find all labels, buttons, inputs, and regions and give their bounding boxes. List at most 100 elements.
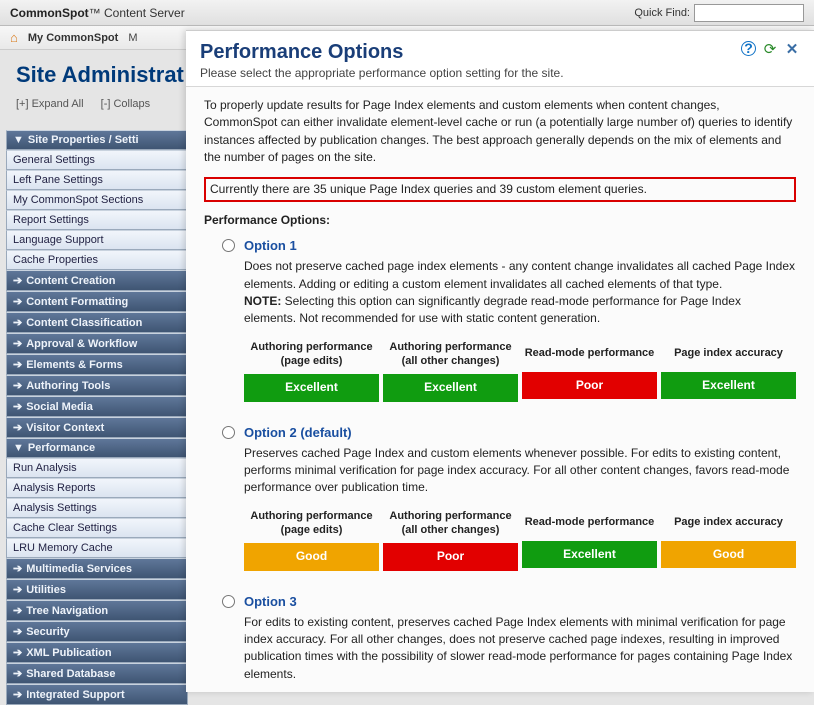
- sidebar-item[interactable]: My CommonSpot Sections: [6, 190, 188, 210]
- arrow-icon: ➔: [13, 647, 22, 659]
- perf-header: Authoring performance (all other changes…: [383, 507, 518, 544]
- intro-text: To properly update results for Page Inde…: [204, 97, 796, 167]
- perf-rating: Excellent: [661, 372, 796, 399]
- sidebar: ▼Site Properties / SettiGeneral Settings…: [6, 130, 188, 705]
- arrow-icon: ➔: [13, 401, 22, 413]
- perf-column: Page index accuracyExcellent: [661, 338, 796, 402]
- arrow-icon: ➔: [13, 275, 22, 287]
- sidebar-section-header[interactable]: ➔Approval & Workflow: [6, 333, 188, 354]
- sidebar-section-header[interactable]: ➔Content Classification: [6, 312, 188, 333]
- sidebar-item[interactable]: Analysis Reports: [6, 478, 188, 498]
- arrow-icon: ➔: [13, 584, 22, 596]
- sidebar-section-header[interactable]: ➔Authoring Tools: [6, 375, 188, 396]
- sidebar-section-header[interactable]: ➔Social Media: [6, 396, 188, 417]
- sidebar-section-header[interactable]: ➔Integrated Support: [6, 684, 188, 705]
- performance-table: Authoring performance (page edits)GoodAu…: [244, 507, 796, 571]
- perf-header: Authoring performance (page edits): [244, 338, 379, 375]
- my-commonspot-link[interactable]: My CommonSpot: [28, 32, 118, 44]
- sidebar-section-header[interactable]: ➔Security: [6, 621, 188, 642]
- crumb-trailing: M: [128, 32, 137, 44]
- option-radio[interactable]: [222, 595, 235, 608]
- performance-option: Option 2 (default) Preserves cached Page …: [204, 424, 796, 571]
- sidebar-section-header[interactable]: ➔Visitor Context: [6, 417, 188, 438]
- perf-rating: Poor: [522, 372, 657, 399]
- dialog-icons: ? ⟳ ✕: [741, 41, 800, 57]
- option-title: Option 1: [244, 237, 796, 256]
- sidebar-section-header[interactable]: ➔Content Creation: [6, 270, 188, 291]
- arrow-icon: ▼: [13, 134, 24, 146]
- option-title: Option 2 (default): [244, 424, 796, 443]
- option-description: Preserves cached Page Index and custom e…: [244, 445, 796, 497]
- dialog-header: Performance Options Please select the ap…: [186, 31, 814, 86]
- option-radio[interactable]: [222, 426, 235, 439]
- arrow-icon: ➔: [13, 626, 22, 638]
- dialog-title: Performance Options: [200, 41, 800, 64]
- perf-column: Page index accuracyGood: [661, 507, 796, 571]
- arrow-icon: ➔: [13, 563, 22, 575]
- sidebar-item[interactable]: Analysis Settings: [6, 498, 188, 518]
- help-icon[interactable]: ?: [741, 41, 756, 56]
- sidebar-section-header[interactable]: ▼Performance: [6, 438, 188, 458]
- sidebar-item[interactable]: Language Support: [6, 230, 188, 250]
- sidebar-item[interactable]: General Settings: [6, 150, 188, 170]
- sidebar-item[interactable]: Report Settings: [6, 210, 188, 230]
- sidebar-section-header[interactable]: ➔Utilities: [6, 579, 188, 600]
- perf-rating: Good: [244, 543, 379, 570]
- option-description: For edits to existing content, preserves…: [244, 614, 796, 684]
- arrow-icon: ➔: [13, 296, 22, 308]
- perf-column: Authoring performance (all other changes…: [383, 338, 518, 402]
- perf-rating: Excellent: [383, 374, 518, 401]
- perf-header: Page index accuracy: [661, 338, 796, 372]
- dialog-subtitle: Please select the appropriate performanc…: [200, 66, 800, 80]
- sidebar-section-header[interactable]: ➔XML Publication: [6, 642, 188, 663]
- close-icon[interactable]: ✕: [784, 41, 800, 57]
- sidebar-section-header[interactable]: ➔Tree Navigation: [6, 600, 188, 621]
- query-count-highlight: Currently there are 35 unique Page Index…: [204, 177, 796, 202]
- brand-sub: Content Server: [104, 6, 185, 20]
- option-radio[interactable]: [222, 239, 235, 252]
- brand: CommonSpot™ Content Server: [10, 6, 185, 20]
- dialog-body[interactable]: To properly update results for Page Inde…: [186, 86, 814, 692]
- sidebar-section-header[interactable]: ▼Site Properties / Setti: [6, 130, 188, 150]
- collapse-all[interactable]: [-] Collaps: [101, 98, 151, 110]
- sidebar-section-header[interactable]: ➔Shared Database: [6, 663, 188, 684]
- perf-rating: Excellent: [522, 541, 657, 568]
- sidebar-section-header[interactable]: ➔Elements & Forms: [6, 354, 188, 375]
- perf-header: Page index accuracy: [661, 507, 796, 541]
- home-icon[interactable]: ⌂: [10, 30, 18, 45]
- arrow-icon: ➔: [13, 605, 22, 617]
- arrow-icon: ➔: [13, 380, 22, 392]
- perf-rating: Good: [661, 541, 796, 568]
- quick-find-input[interactable]: [694, 4, 804, 22]
- topbar: CommonSpot™ Content Server Quick Find:: [0, 0, 814, 26]
- sidebar-section-header[interactable]: ➔Content Formatting: [6, 291, 188, 312]
- sidebar-item[interactable]: LRU Memory Cache: [6, 538, 188, 558]
- sidebar-item[interactable]: Left Pane Settings: [6, 170, 188, 190]
- sidebar-item[interactable]: Cache Properties: [6, 250, 188, 270]
- performance-option: Option 1 Does not preserve cached page in…: [204, 237, 796, 401]
- perf-column: Authoring performance (page edits)Excell…: [244, 338, 379, 402]
- perf-column: Read-mode performancePoor: [522, 338, 657, 402]
- perf-rating: Poor: [383, 543, 518, 570]
- refresh-icon[interactable]: ⟳: [762, 41, 778, 57]
- arrow-icon: ▼: [13, 442, 24, 454]
- perf-header: Authoring performance (all other changes…: [383, 338, 518, 375]
- quick-find-label: Quick Find:: [634, 7, 690, 19]
- performance-options-dialog: Performance Options Please select the ap…: [186, 30, 814, 692]
- sidebar-section-header[interactable]: ➔Multimedia Services: [6, 558, 188, 579]
- option-description: Does not preserve cached page index elem…: [244, 258, 796, 328]
- arrow-icon: ➔: [13, 338, 22, 350]
- expand-all[interactable]: [+] Expand All: [16, 98, 84, 110]
- options-section-title: Performance Options:: [204, 212, 796, 229]
- quick-find: Quick Find:: [634, 4, 804, 22]
- perf-column: Authoring performance (page edits)Good: [244, 507, 379, 571]
- arrow-icon: ➔: [13, 689, 22, 701]
- perf-header: Read-mode performance: [522, 338, 657, 372]
- perf-header: Authoring performance (page edits): [244, 507, 379, 544]
- performance-option: Option 3For edits to existing content, p…: [204, 593, 796, 692]
- sidebar-item[interactable]: Cache Clear Settings: [6, 518, 188, 538]
- sidebar-item[interactable]: Run Analysis: [6, 458, 188, 478]
- arrow-icon: ➔: [13, 359, 22, 371]
- arrow-icon: ➔: [13, 422, 22, 434]
- arrow-icon: ➔: [13, 317, 22, 329]
